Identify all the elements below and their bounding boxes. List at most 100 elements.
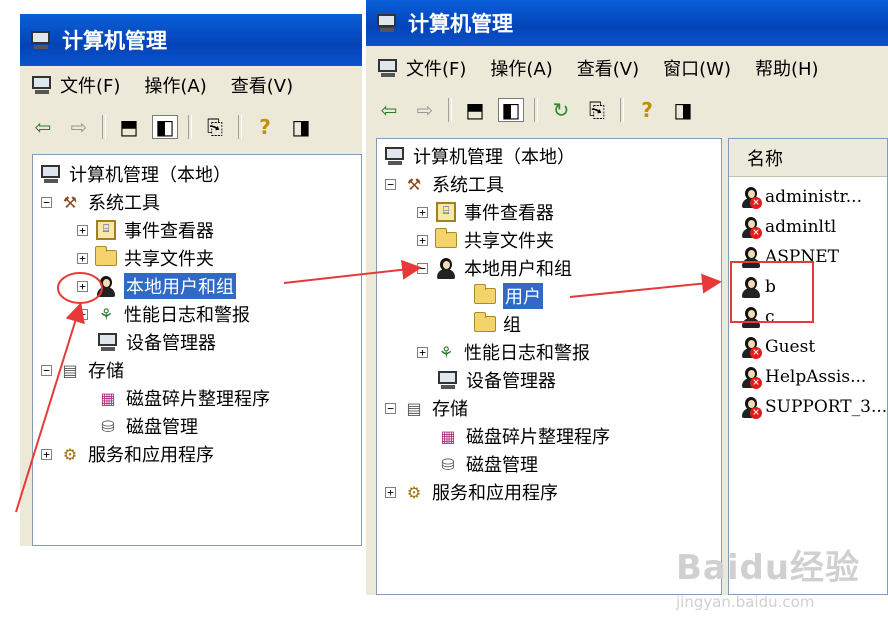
computer-icon — [39, 163, 63, 185]
menu-action[interactable]: 操作(A) — [490, 55, 552, 81]
user-name: administr... — [765, 187, 862, 207]
tree-node[interactable]: 计算机管理（本地） — [383, 143, 575, 169]
column-header-name[interactable]: 名称 — [729, 139, 887, 177]
user-name: c — [765, 307, 775, 327]
tree-node-label: 磁盘碎片整理程序 — [126, 389, 270, 410]
tree-node[interactable]: + ⚙ 服务和应用程序 — [385, 479, 558, 505]
show-hide-tree-icon[interactable]: ◧ — [498, 98, 524, 122]
tree-node[interactable]: + ⚘ 性能日志和警报 — [417, 339, 590, 365]
expand-icon[interactable]: + — [385, 486, 396, 498]
collapse-icon[interactable]: − — [41, 196, 52, 208]
tree-node[interactable]: + ⌸ 事件查看器 — [77, 217, 214, 243]
app-menu-icon[interactable] — [30, 74, 54, 96]
action-pane-icon[interactable]: ◨ — [288, 115, 314, 139]
expand-icon[interactable]: + — [417, 206, 428, 218]
user-list-item[interactable]: ASPNET — [739, 243, 839, 271]
menu-window[interactable]: 窗口(W) — [663, 55, 731, 81]
user-name: b — [765, 277, 776, 297]
toolbar-separator — [188, 115, 192, 139]
toolbar-separator — [102, 115, 106, 139]
expand-icon[interactable]: + — [77, 280, 88, 292]
user-list-item[interactable]: × adminltl — [739, 213, 836, 241]
menu-view[interactable]: 查看(V) — [577, 55, 639, 81]
up-folder-icon[interactable]: ⬒ — [116, 115, 142, 139]
user-list-item[interactable]: × Guest — [739, 333, 815, 361]
back-arrow-icon[interactable]: ⇦ — [30, 115, 56, 139]
user-list-item[interactable]: × administr... — [739, 183, 862, 211]
right-title-bar[interactable]: 计算机管理 — [366, 0, 888, 46]
show-hide-tree-icon[interactable]: ◧ — [152, 115, 178, 139]
tree-node[interactable]: 用户 — [473, 282, 544, 310]
tree-node[interactable]: 组 — [473, 311, 521, 337]
tree-node[interactable]: − 本地用户和组 — [417, 255, 572, 281]
collapse-icon[interactable]: − — [385, 178, 396, 190]
shared-folder-icon — [94, 246, 118, 269]
help-icon[interactable]: ? — [252, 115, 278, 139]
tree-node-label: 磁盘管理 — [466, 455, 538, 476]
help-icon[interactable]: ? — [634, 98, 660, 122]
tree-node[interactable]: + ⌸ 事件查看器 — [417, 199, 554, 225]
tree-node-label: 共享文件夹 — [124, 249, 214, 270]
forward-arrow-icon[interactable]: ⇨ — [412, 98, 438, 122]
tree-node-label: 本地用户和组 — [464, 259, 572, 280]
services-icon: ⚙ — [62, 444, 78, 464]
tree-node[interactable]: + 本地用户和组 — [77, 272, 237, 300]
column-header-label: 名称 — [747, 148, 783, 170]
expand-icon[interactable]: + — [77, 252, 88, 264]
disk-management-icon: ⛁ — [101, 416, 115, 436]
collapse-icon[interactable]: − — [417, 262, 428, 274]
tree-node[interactable]: ▦ 磁盘碎片整理程序 — [436, 423, 610, 449]
back-arrow-icon[interactable]: ⇦ — [376, 98, 402, 122]
expand-icon[interactable]: + — [417, 346, 428, 358]
refresh-icon[interactable]: ↻ — [548, 98, 574, 122]
tree-node[interactable]: 设备管理器 — [436, 367, 556, 393]
tree-node[interactable]: 设备管理器 — [96, 329, 216, 355]
tree-node-label: 设备管理器 — [126, 333, 216, 354]
right-tree-pane: 计算机管理（本地） − ⚒ 系统工具 + ⌸ 事件查看器 + 共享文件夹 − 本地用户和组 用户组 + ⚘… — [376, 138, 722, 595]
storage-icon: ▤ — [62, 360, 78, 380]
tree-node-label: 性能日志和警报 — [464, 343, 590, 364]
toolbar-separator — [448, 98, 452, 122]
action-pane-icon[interactable]: ◨ — [670, 98, 696, 122]
menu-file[interactable]: 文件(F) — [406, 55, 466, 81]
expand-icon[interactable]: + — [41, 448, 52, 460]
tree-node-label: 磁盘管理 — [126, 417, 198, 438]
baidu-jingyan-watermark: Baidu经验 jingyan.baidu.com — [676, 540, 860, 611]
export-list-icon[interactable]: ⎘ — [202, 115, 228, 139]
user-list-item[interactable]: c — [739, 303, 775, 331]
tree-node[interactable]: − ▤ 存储 — [41, 357, 124, 383]
user-list-item[interactable]: × SUPPORT_3... — [739, 393, 887, 421]
menu-view[interactable]: 查看(V) — [231, 72, 293, 98]
collapse-icon[interactable]: − — [385, 402, 396, 414]
tree-node[interactable]: + 共享文件夹 — [77, 245, 214, 271]
left-title-bar[interactable]: 计算机管理 — [20, 14, 362, 66]
device-manager-icon — [96, 331, 120, 353]
user-name: ASPNET — [765, 247, 839, 267]
tree-node[interactable]: ⛁ 磁盘管理 — [436, 451, 538, 477]
export-list-icon[interactable]: ⎘ — [584, 98, 610, 122]
collapse-icon[interactable]: − — [41, 364, 52, 376]
menu-action[interactable]: 操作(A) — [144, 72, 206, 98]
up-folder-icon[interactable]: ⬒ — [462, 98, 488, 122]
expand-icon[interactable]: + — [77, 308, 88, 320]
tree-node[interactable]: + ⚘ 性能日志和警报 — [77, 301, 250, 327]
menu-help[interactable]: 帮助(H) — [755, 55, 819, 81]
tree-node[interactable]: ▦ 磁盘碎片整理程序 — [96, 385, 270, 411]
tree-node[interactable]: + ⚙ 服务和应用程序 — [41, 441, 214, 467]
app-menu-icon[interactable] — [376, 57, 400, 79]
tree-node[interactable]: − ⚒ 系统工具 — [385, 171, 504, 197]
users-groups-icon — [94, 275, 118, 297]
tree-node[interactable]: − ▤ 存储 — [385, 395, 468, 421]
tree-node[interactable]: + 共享文件夹 — [417, 227, 554, 253]
menu-file[interactable]: 文件(F) — [60, 72, 120, 98]
expand-icon[interactable]: + — [417, 234, 428, 246]
user-list-item[interactable]: × HelpAssis... — [739, 363, 866, 391]
tree-node[interactable]: − ⚒ 系统工具 — [41, 189, 160, 215]
disabled-user-icon: × — [739, 395, 763, 419]
tree-node-label: 事件查看器 — [464, 203, 554, 224]
forward-arrow-icon[interactable]: ⇨ — [66, 115, 92, 139]
expand-icon[interactable]: + — [77, 224, 88, 236]
tree-node[interactable]: ⛁ 磁盘管理 — [96, 413, 198, 439]
user-list-item[interactable]: b — [739, 273, 776, 301]
tree-node[interactable]: 计算机管理（本地） — [39, 161, 231, 187]
